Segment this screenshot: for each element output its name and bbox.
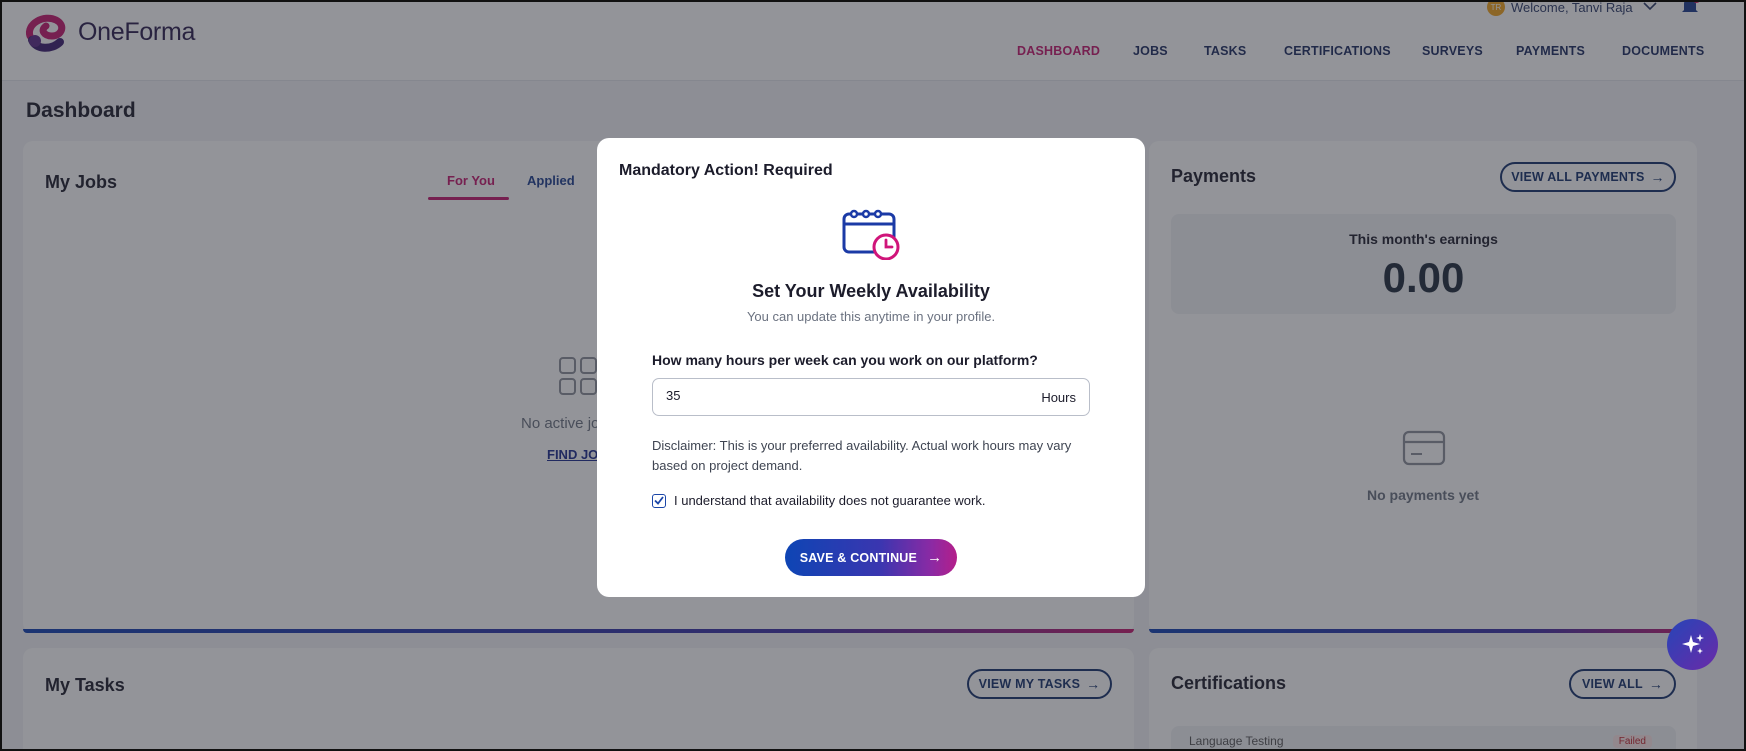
hours-question-label: How many hours per week can you work on …	[652, 352, 1038, 368]
modal-heading: Set Your Weekly Availability	[752, 281, 990, 301]
save-continue-label: SAVE & CONTINUE	[799, 550, 918, 565]
disclaimer-text: Disclaimer: This is your preferred avail…	[652, 438, 1072, 473]
acknowledge-row[interactable]: I understand that availability does not …	[652, 493, 985, 508]
acknowledge-label: I understand that availability does not …	[674, 493, 986, 508]
availability-modal: Mandatory Action! Required Set Your Week…	[597, 138, 1145, 597]
acknowledge-checkbox[interactable]	[652, 493, 666, 508]
save-continue-button[interactable]: SAVE & CONTINUE →	[785, 539, 957, 576]
ai-assistant-button[interactable]	[1667, 619, 1718, 670]
arrow-right-icon: →	[927, 549, 943, 566]
sparkle-icon	[1681, 633, 1704, 654]
hours-input[interactable]	[666, 388, 1006, 403]
calendar-clock-icon	[842, 209, 900, 260]
modal-title: Mandatory Action! Required	[619, 162, 833, 179]
checkmark-icon	[654, 496, 664, 505]
modal-subheading: You can update this anytime in your prof…	[746, 309, 996, 324]
hours-field[interactable]: Hours	[652, 378, 1090, 416]
hours-unit-label: Hours	[1041, 390, 1076, 405]
